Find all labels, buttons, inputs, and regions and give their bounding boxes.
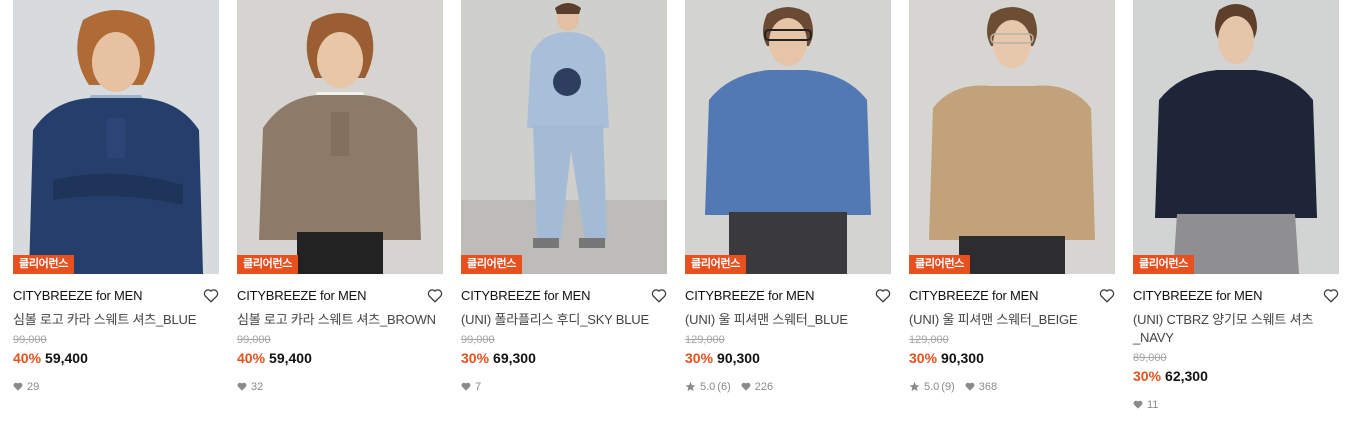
discount-rate: 40% (13, 350, 42, 366)
product-image[interactable]: 클리어런스 (237, 0, 443, 274)
rating-score: 5.0 (924, 380, 940, 393)
product-name[interactable]: (UNI) 울 피셔맨 스웨터_BEIGE (909, 311, 1115, 329)
like-count: 11 (1147, 398, 1159, 411)
product-name[interactable]: (UNI) 울 피셔맨 스웨터_BLUE (685, 311, 891, 329)
product-card[interactable]: 클리어런스 CITYBREEZE for MEN 심볼 로고 카라 스웨트 셔츠… (13, 0, 219, 411)
wishlist-button[interactable] (423, 286, 443, 304)
heart-filled-icon (741, 382, 751, 391)
heart-outline-icon (651, 288, 667, 302)
product-meta: 5.0 (6) 226 (685, 380, 891, 393)
product-card[interactable]: 클리어런스 CITYBREEZE for MEN 심볼 로고 카라 스웨트 셔츠… (237, 0, 443, 411)
wishlist-button[interactable] (1319, 286, 1339, 304)
original-price: 99,000 (237, 334, 271, 346)
price-row: 40% 59,400 (237, 350, 443, 367)
rating-score: 5.0 (700, 380, 716, 393)
clearance-badge: 클리어런스 (685, 255, 747, 274)
brand-name[interactable]: CITYBREEZE for MEN (909, 288, 1039, 303)
product-photo (461, 0, 667, 274)
clearance-badge: 클리어런스 (13, 255, 75, 274)
price-row: 30% 62,300 (1133, 368, 1339, 385)
like-count: 7 (475, 380, 482, 393)
heart-outline-icon (1323, 288, 1339, 302)
product-meta: 32 (237, 380, 443, 393)
heart-outline-icon (203, 288, 219, 302)
original-price: 89,000 (1133, 352, 1167, 364)
brand-name[interactable]: CITYBREEZE for MEN (461, 288, 591, 303)
price-row: 30% 90,300 (909, 350, 1115, 367)
product-name[interactable]: (UNI) CTBRZ 양기모 스웨트 셔츠 _NAVY (1133, 311, 1339, 347)
product-photo (13, 0, 219, 274)
price-row: 40% 59,400 (13, 350, 219, 367)
heart-filled-icon (237, 382, 247, 391)
heart-outline-icon (427, 288, 443, 302)
heart-filled-icon (1133, 400, 1143, 409)
like-count: 29 (27, 380, 40, 393)
original-price: 99,000 (461, 334, 495, 346)
clearance-badge: 클리어런스 (461, 255, 523, 274)
clearance-badge: 클리어런스 (237, 255, 299, 274)
product-image[interactable]: 클리어런스 (1133, 0, 1339, 274)
original-price: 99,000 (13, 334, 47, 346)
product-card[interactable]: 클리어런스 CITYBREEZE for MEN (UNI) 울 피셔맨 스웨터… (909, 0, 1115, 411)
discount-rate: 40% (237, 350, 266, 366)
star-icon (685, 381, 696, 392)
product-grid: 클리어런스 CITYBREEZE for MEN 심볼 로고 카라 스웨트 셔츠… (13, 0, 1339, 411)
wishlist-button[interactable] (871, 286, 891, 304)
brand-name[interactable]: CITYBREEZE for MEN (237, 288, 367, 303)
sale-price: 59,400 (45, 350, 88, 366)
product-name[interactable]: 심볼 로고 카라 스웨트 셔츠_BLUE (13, 311, 219, 329)
heart-outline-icon (875, 288, 891, 302)
wishlist-button[interactable] (1095, 286, 1115, 304)
price-row: 30% 69,300 (461, 350, 667, 367)
product-photo (909, 0, 1115, 274)
product-photo (237, 0, 443, 274)
product-name[interactable]: (UNI) 폴라플리스 후디_SKY BLUE (461, 311, 667, 329)
product-meta: 11 (1133, 398, 1339, 411)
like-count: 368 (978, 380, 998, 393)
product-meta: 29 (13, 380, 219, 393)
clearance-badge: 클리어런스 (909, 255, 971, 274)
like-count: 226 (754, 380, 774, 393)
review-count: (9) (941, 380, 955, 393)
brand-name[interactable]: CITYBREEZE for MEN (685, 288, 815, 303)
product-card[interactable]: 클리어런스 CITYBREEZE for MEN (UNI) 폴라플리스 후디_… (461, 0, 667, 411)
discount-rate: 30% (909, 350, 938, 366)
sale-price: 90,300 (717, 350, 760, 366)
sale-price: 62,300 (1165, 368, 1208, 384)
sale-price: 90,300 (941, 350, 984, 366)
heart-filled-icon (13, 382, 23, 391)
wishlist-button[interactable] (647, 286, 667, 304)
product-image[interactable]: 클리어런스 (461, 0, 667, 274)
product-card[interactable]: 클리어런스 CITYBREEZE for MEN (UNI) 울 피셔맨 스웨터… (685, 0, 891, 411)
discount-rate: 30% (1133, 368, 1162, 384)
price-row: 30% 90,300 (685, 350, 891, 367)
brand-name[interactable]: CITYBREEZE for MEN (13, 288, 143, 303)
review-count: (6) (717, 380, 731, 393)
heart-outline-icon (1099, 288, 1115, 302)
original-price: 129,000 (685, 334, 725, 346)
star-icon (909, 381, 920, 392)
heart-filled-icon (965, 382, 975, 391)
product-photo (1133, 0, 1339, 274)
product-meta: 5.0 (9) 368 (909, 380, 1115, 393)
like-count: 32 (251, 380, 264, 393)
original-price: 129,000 (909, 334, 949, 346)
heart-filled-icon (461, 382, 471, 391)
product-name[interactable]: 심볼 로고 카라 스웨트 셔츠_BROWN (237, 311, 443, 329)
product-image[interactable]: 클리어런스 (909, 0, 1115, 274)
sale-price: 69,300 (493, 350, 536, 366)
product-meta: 7 (461, 380, 667, 393)
product-photo (685, 0, 891, 274)
sale-price: 59,400 (269, 350, 312, 366)
product-image[interactable]: 클리어런스 (685, 0, 891, 274)
product-image[interactable]: 클리어런스 (13, 0, 219, 274)
brand-name[interactable]: CITYBREEZE for MEN (1133, 288, 1263, 303)
discount-rate: 30% (461, 350, 490, 366)
clearance-badge: 클리어런스 (1133, 255, 1195, 274)
discount-rate: 30% (685, 350, 714, 366)
wishlist-button[interactable] (199, 286, 219, 304)
product-card[interactable]: 클리어런스 CITYBREEZE for MEN (UNI) CTBRZ 양기모… (1133, 0, 1339, 411)
